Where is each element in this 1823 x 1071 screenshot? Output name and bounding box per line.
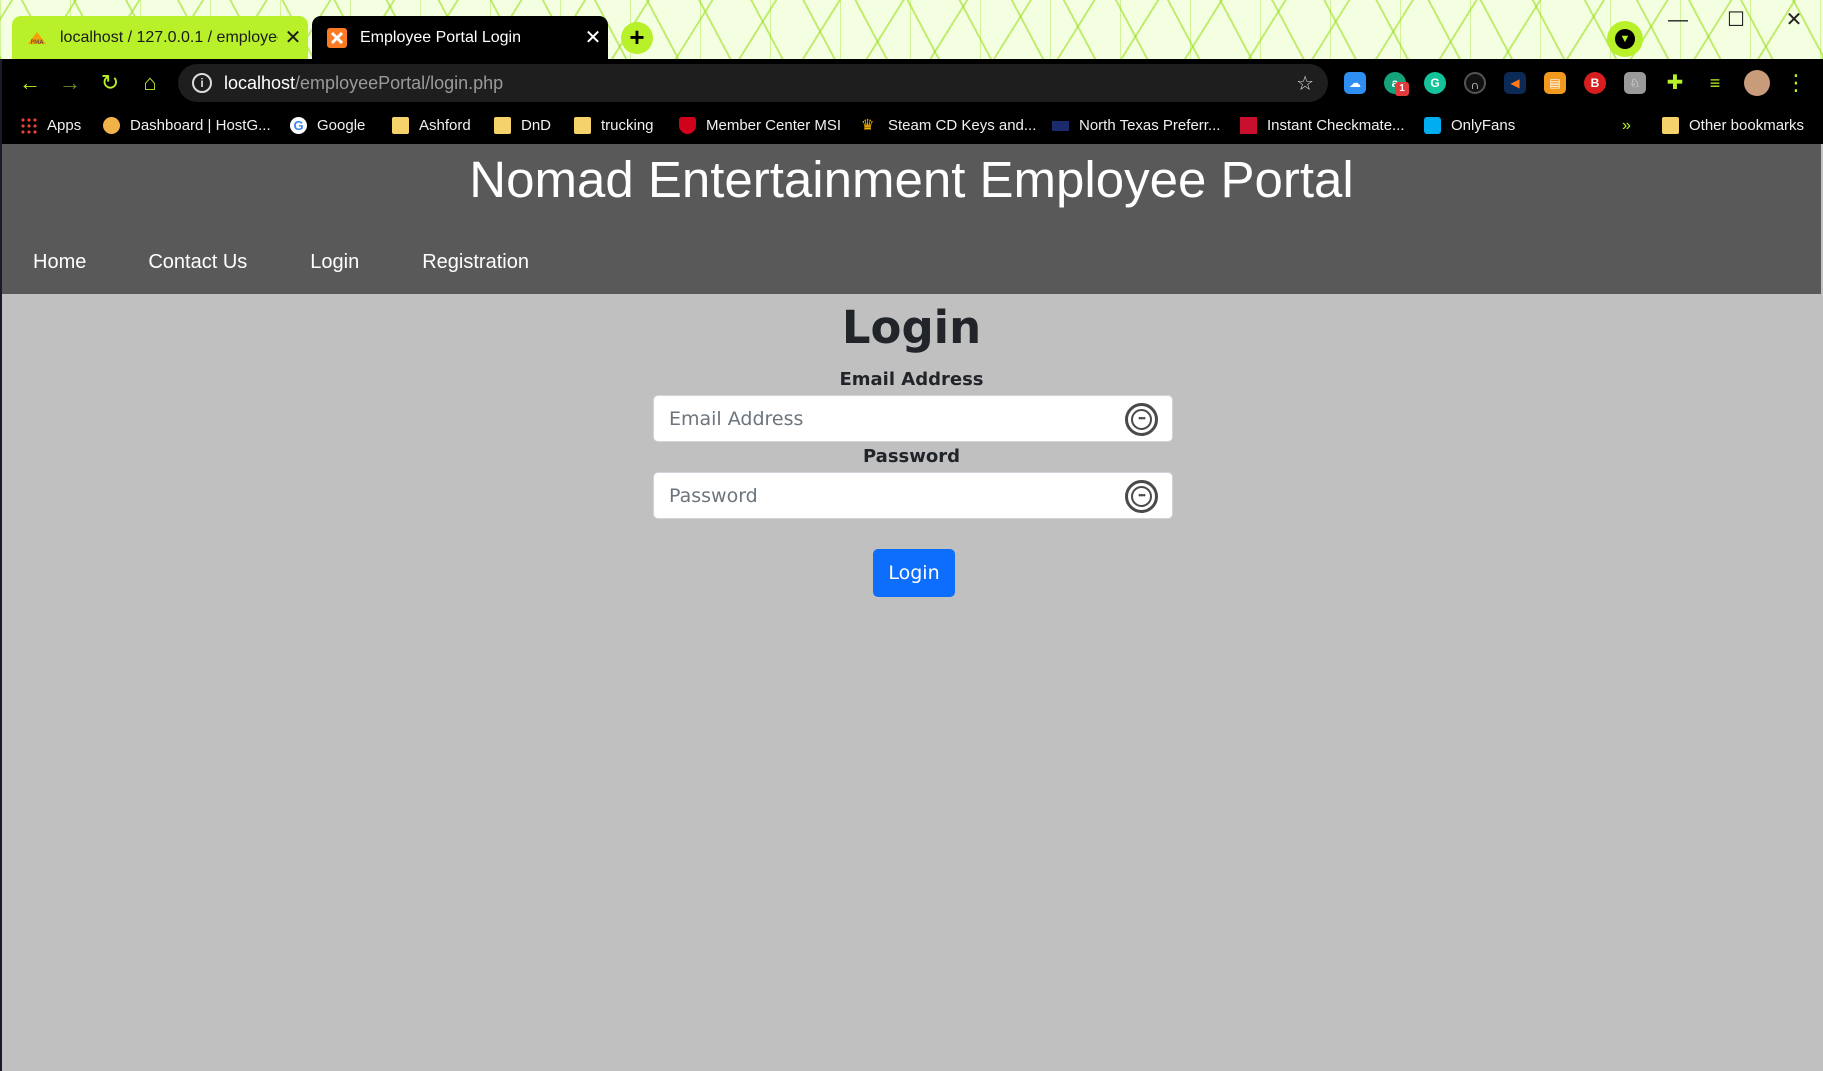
nav-login-link[interactable]: Login xyxy=(310,242,359,282)
bookmark-instant-checkmate[interactable]: Instant Checkmate... xyxy=(1240,107,1405,144)
reading-list-icon[interactable]: ≡ xyxy=(1704,72,1726,94)
login-button[interactable]: Login xyxy=(873,549,955,597)
checkmate-icon xyxy=(1240,117,1257,134)
grammarly-extension-icon[interactable]: G xyxy=(1424,72,1446,94)
browser-toolbar: ← → ↻ ⌂ i localhost/employeePortal/login… xyxy=(0,59,1823,107)
home-icon[interactable]: ⌂ xyxy=(134,67,166,99)
bookmark-star-icon[interactable]: ☆ xyxy=(1296,71,1314,96)
b-extension-icon[interactable]: B xyxy=(1584,72,1606,94)
tab-search-button[interactable]: ▼ xyxy=(1607,21,1643,57)
notes-extension-icon[interactable]: ♘ xyxy=(1624,72,1646,94)
bookmark-label: trucking xyxy=(601,117,654,134)
bookmark-label: Apps xyxy=(47,117,82,134)
page-content: Nomad Entertainment Employee Portal Home… xyxy=(2,144,1821,1069)
url-path: /employeePortal/login.php xyxy=(295,72,504,93)
grammarly-go-extension-icon[interactable]: a1 xyxy=(1384,72,1409,96)
folder-icon xyxy=(494,117,511,134)
url-host: localhost xyxy=(224,72,296,93)
password-manager-icon[interactable]: ••• xyxy=(1125,480,1158,513)
minimize-icon[interactable]: — xyxy=(1650,6,1706,34)
bookmark-label: OnlyFans xyxy=(1451,117,1516,134)
nav-home-link[interactable]: Home xyxy=(33,242,86,282)
bookmark-msi[interactable]: Member Center MSI xyxy=(679,107,841,144)
megaphone-extension-icon[interactable]: ◀ xyxy=(1504,72,1526,94)
site-nav: Home Contact Us Login Registration xyxy=(2,242,529,282)
folder-icon xyxy=(392,117,409,134)
email-field-wrapper: ••• xyxy=(653,395,1173,442)
crown-icon: ♛ xyxy=(861,117,875,134)
tab-title: Employee Portal Login xyxy=(360,28,521,46)
bookmark-label: DnD xyxy=(521,117,552,134)
bookmark-ashford[interactable]: Ashford xyxy=(392,107,471,144)
bookmark-label: Ashford xyxy=(419,117,471,134)
google-icon: G xyxy=(290,117,307,134)
bookmark-label: Dashboard | HostG... xyxy=(130,117,271,134)
site-info-icon[interactable]: i xyxy=(192,73,212,93)
tab-close-icon[interactable]: ✕ xyxy=(578,25,608,50)
password-field-wrapper: ••• xyxy=(653,472,1173,519)
bookmark-label: North Texas Preferr... xyxy=(1079,117,1221,134)
bookmark-steam-cd-keys[interactable]: ♛ Steam CD Keys and... xyxy=(861,107,1036,144)
pma-icon: PMA xyxy=(26,28,48,48)
browser-title-bar: PMA localhost / 127.0.0.1 / employeep ✕ … xyxy=(0,0,1823,59)
bookmark-google[interactable]: G Google xyxy=(290,107,365,144)
hostgator-icon xyxy=(103,117,120,134)
msi-icon xyxy=(679,117,696,134)
bookmark-dashboard[interactable]: Dashboard | HostG... xyxy=(103,107,271,144)
maximize-icon[interactable]: ☐ xyxy=(1708,6,1764,34)
folder-icon xyxy=(1662,117,1679,134)
site-title: Nomad Entertainment Employee Portal xyxy=(469,151,1354,208)
page-title: Login xyxy=(841,301,982,354)
bookmark-onlyfans[interactable]: OnlyFans xyxy=(1424,107,1515,144)
nav-contact-link[interactable]: Contact Us xyxy=(148,242,247,282)
image-extension-icon[interactable]: ▤ xyxy=(1544,72,1566,94)
tab-phpmyadmin[interactable]: PMA localhost / 127.0.0.1 / employeep ✕ xyxy=(12,16,308,59)
tab-close-icon[interactable]: ✕ xyxy=(278,25,308,50)
bookmark-label: Instant Checkmate... xyxy=(1267,117,1405,134)
bookmark-north-texas[interactable]: North Texas Preferr... xyxy=(1052,107,1220,144)
site-icon xyxy=(1052,120,1069,131)
bookmark-dnd[interactable]: DnD xyxy=(494,107,551,144)
email-label: Email Address xyxy=(839,369,984,390)
reload-icon[interactable]: ↻ xyxy=(94,67,126,99)
xampp-icon xyxy=(326,27,348,48)
extension-badge: 1 xyxy=(1395,82,1409,96)
password-field[interactable] xyxy=(654,473,1094,518)
window-close-icon[interactable]: ✕ xyxy=(1766,6,1822,34)
chevron-down-icon: ▼ xyxy=(1615,29,1635,49)
address-bar[interactable]: i localhost/employeePortal/login.php ☆ xyxy=(178,64,1328,102)
headphones-extension-icon[interactable]: ∩ xyxy=(1464,72,1486,94)
password-manager-icon[interactable]: ••• xyxy=(1125,403,1158,436)
bookmark-other-bookmarks[interactable]: Other bookmarks xyxy=(1662,107,1804,144)
tab-title: localhost / 127.0.0.1 / employeep xyxy=(60,28,278,46)
bookmarks-bar: Apps Dashboard | HostG... G Google Ashfor… xyxy=(0,107,1823,144)
onlyfans-icon xyxy=(1424,117,1441,134)
bookmark-trucking[interactable]: trucking xyxy=(574,107,654,144)
password-label: Password xyxy=(862,446,961,467)
bookmark-label: Steam CD Keys and... xyxy=(888,117,1037,134)
extensions-puzzle-icon[interactable]: ✚ xyxy=(1664,72,1686,94)
new-tab-button[interactable]: + xyxy=(621,22,653,54)
menu-kebab-icon[interactable]: ⋮ xyxy=(1780,67,1812,99)
apps-grid-icon xyxy=(20,117,37,134)
bookmark-label: Member Center MSI xyxy=(706,117,842,134)
bookmarks-overflow-button[interactable]: » xyxy=(1622,107,1631,144)
bookmark-apps[interactable]: Apps xyxy=(20,107,81,144)
forward-arrow-icon[interactable]: → xyxy=(54,67,86,99)
profile-avatar[interactable] xyxy=(1744,70,1770,96)
back-arrow-icon[interactable]: ← xyxy=(14,67,46,99)
site-header: Nomad Entertainment Employee Portal Home… xyxy=(2,144,1821,294)
email-field[interactable] xyxy=(654,396,1094,441)
folder-icon xyxy=(574,117,591,134)
tab-employee-portal-login[interactable]: Employee Portal Login ✕ xyxy=(312,16,608,59)
bookmark-label: Google xyxy=(317,117,366,134)
nav-registration-link[interactable]: Registration xyxy=(422,242,529,282)
bookmark-label: Other bookmarks xyxy=(1689,117,1805,134)
cloud-extension-icon[interactable]: ☁ xyxy=(1344,72,1366,94)
svg-text:PMA: PMA xyxy=(31,39,45,46)
